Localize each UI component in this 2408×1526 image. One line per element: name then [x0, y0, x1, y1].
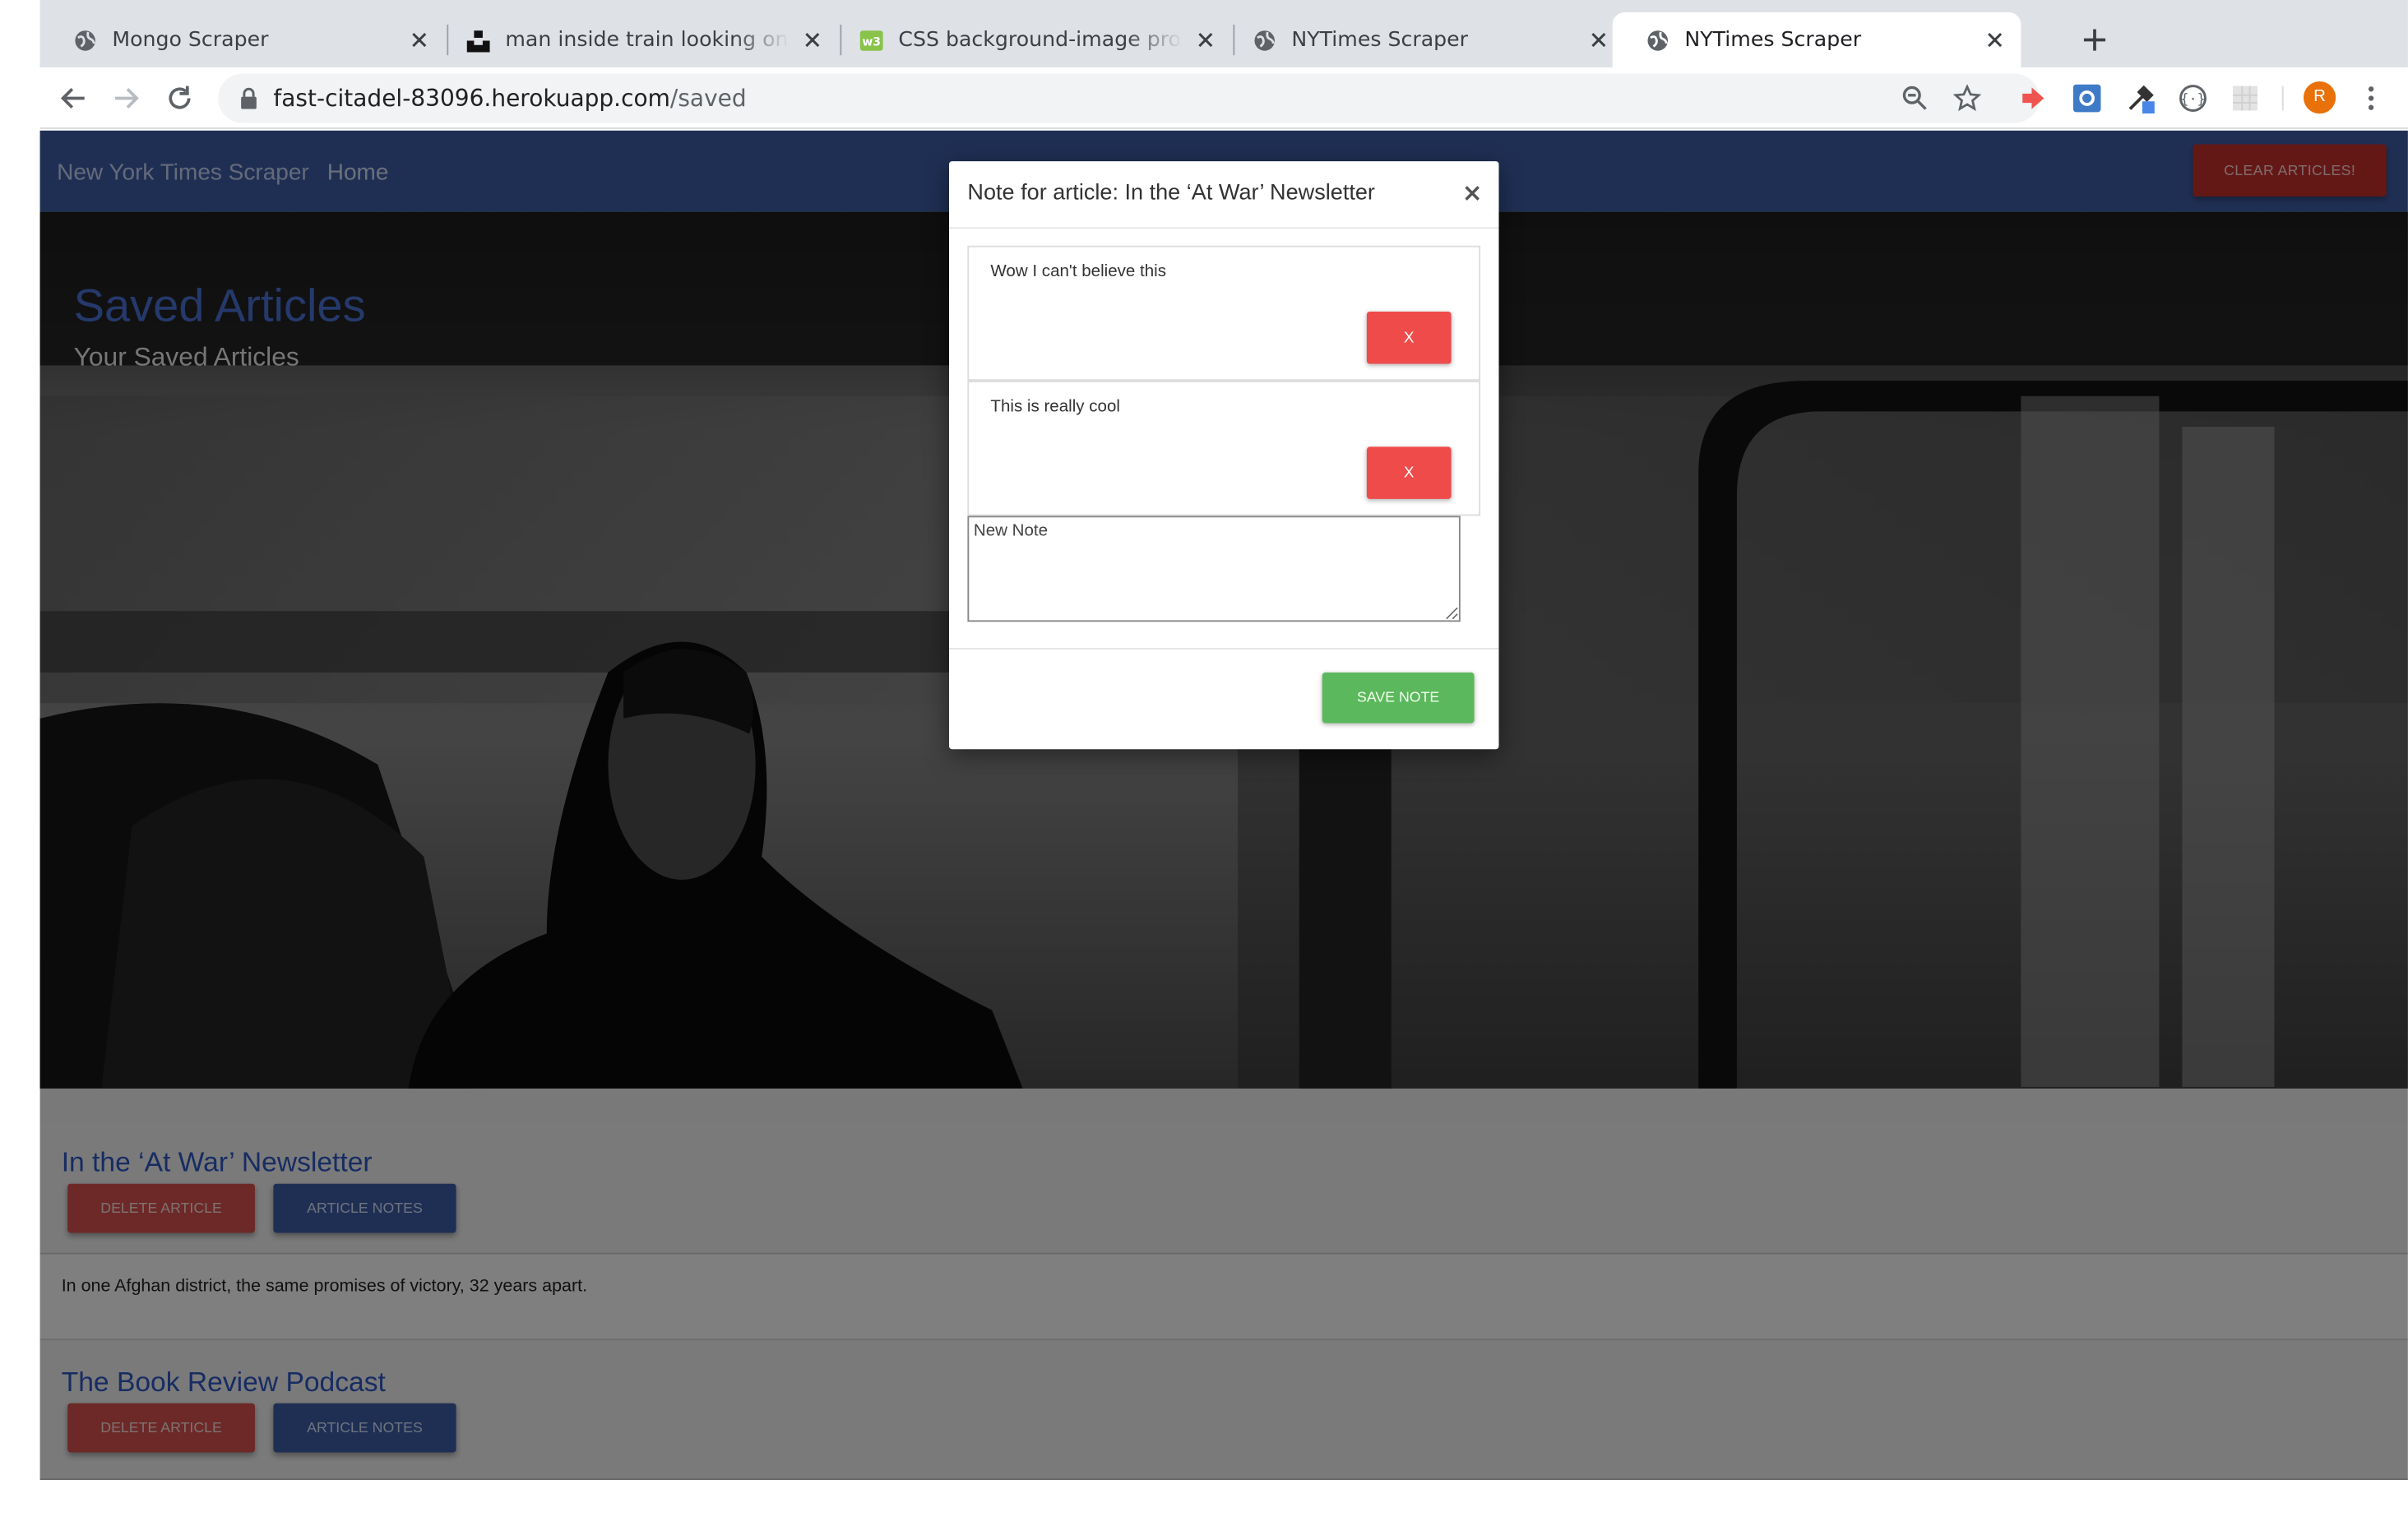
browser-toolbar: fast-citadel-83096.herokuapp.com/saved {… — [39, 67, 2408, 129]
page-viewport: New York Times Scraper Home Clear Articl… — [39, 130, 2408, 1481]
tab-mongo-scraper[interactable]: Mongo Scraper — [40, 12, 446, 67]
tab-title: CSS background-image property — [898, 27, 1182, 53]
note-text: This is really cool — [990, 397, 1120, 417]
extension-arrow-icon[interactable] — [2018, 83, 2049, 113]
close-icon[interactable] — [409, 29, 430, 50]
save-note-button[interactable]: Save Note — [1322, 672, 1475, 724]
tab-nytimes-scraper-active[interactable]: NYTimes Scraper — [1612, 12, 2021, 68]
kebab-menu-icon[interactable] — [2355, 83, 2386, 113]
url-path: /saved — [669, 84, 747, 113]
extension-code-icon[interactable]: {·} — [2178, 83, 2208, 113]
tab-title: man inside train looking on window — [505, 27, 789, 53]
tab-unsplash[interactable]: man inside train looking on window — [433, 12, 839, 67]
back-arrow-icon[interactable] — [58, 83, 89, 113]
tab-nytimes-scraper[interactable]: NYTimes Scraper — [1220, 12, 1625, 67]
modal-title: Note for article: In the ‘At War’ Newsle… — [967, 181, 1375, 206]
extension-eyedropper-icon[interactable] — [2125, 83, 2156, 114]
profile-avatar[interactable]: R — [2303, 81, 2336, 114]
unsplash-icon — [466, 30, 490, 52]
reload-icon[interactable] — [164, 83, 195, 113]
tab-title: NYTimes Scraper — [1684, 27, 1862, 53]
delete-note-button[interactable]: X — [1366, 446, 1452, 499]
delete-note-button[interactable]: X — [1366, 312, 1452, 364]
address-bar[interactable]: fast-citadel-83096.herokuapp.com/saved — [218, 73, 2040, 123]
browser-window: Mongo Scraper man inside train looking o… — [0, 0, 2408, 1525]
note-item: Wow I can't believe this X — [967, 245, 1481, 382]
globe-icon — [1647, 30, 1669, 50]
new-note-input[interactable] — [967, 516, 1461, 622]
tab-title: Mongo Scraper — [112, 27, 269, 53]
svg-text:w3: w3 — [862, 35, 881, 49]
tab-title: NYTimes Scraper — [1291, 27, 1469, 53]
new-tab-icon[interactable] — [2079, 25, 2109, 55]
note-text: Wow I can't believe this — [990, 262, 1167, 281]
tab-w3schools[interactable]: w3 CSS background-image property — [827, 12, 1232, 67]
extension-grid-icon[interactable] — [2230, 83, 2260, 113]
bookmark-star-icon[interactable] — [1953, 84, 1981, 113]
extension-screenshot-icon[interactable] — [2072, 83, 2102, 113]
close-icon[interactable] — [802, 29, 823, 50]
url-host: fast-citadel-83096.herokuapp.com — [273, 84, 670, 113]
close-icon[interactable] — [1195, 29, 1216, 50]
globe-icon — [1254, 30, 1275, 50]
close-icon[interactable] — [1984, 29, 2006, 50]
close-icon[interactable] — [1588, 29, 1609, 50]
svg-text:{·}: {·} — [2180, 90, 2205, 107]
url-text: fast-citadel-83096.herokuapp.com/saved — [273, 85, 746, 113]
lock-icon[interactable] — [239, 87, 257, 109]
toolbar-divider — [2281, 86, 2284, 111]
modal-close-button[interactable]: × — [1462, 178, 1483, 207]
forward-arrow-icon[interactable] — [110, 83, 141, 113]
note-modal: Note for article: In the ‘At War’ Newsle… — [948, 161, 1499, 750]
w3schools-icon: w3 — [859, 30, 883, 50]
note-item: This is really cool X — [967, 381, 1481, 516]
tab-strip: Mongo Scraper man inside train looking o… — [39, 0, 2408, 68]
modal-footer-divider — [948, 648, 1499, 650]
zoom-out-icon[interactable] — [1901, 85, 1929, 113]
modal-header-divider — [948, 227, 1499, 229]
globe-icon — [75, 30, 95, 50]
